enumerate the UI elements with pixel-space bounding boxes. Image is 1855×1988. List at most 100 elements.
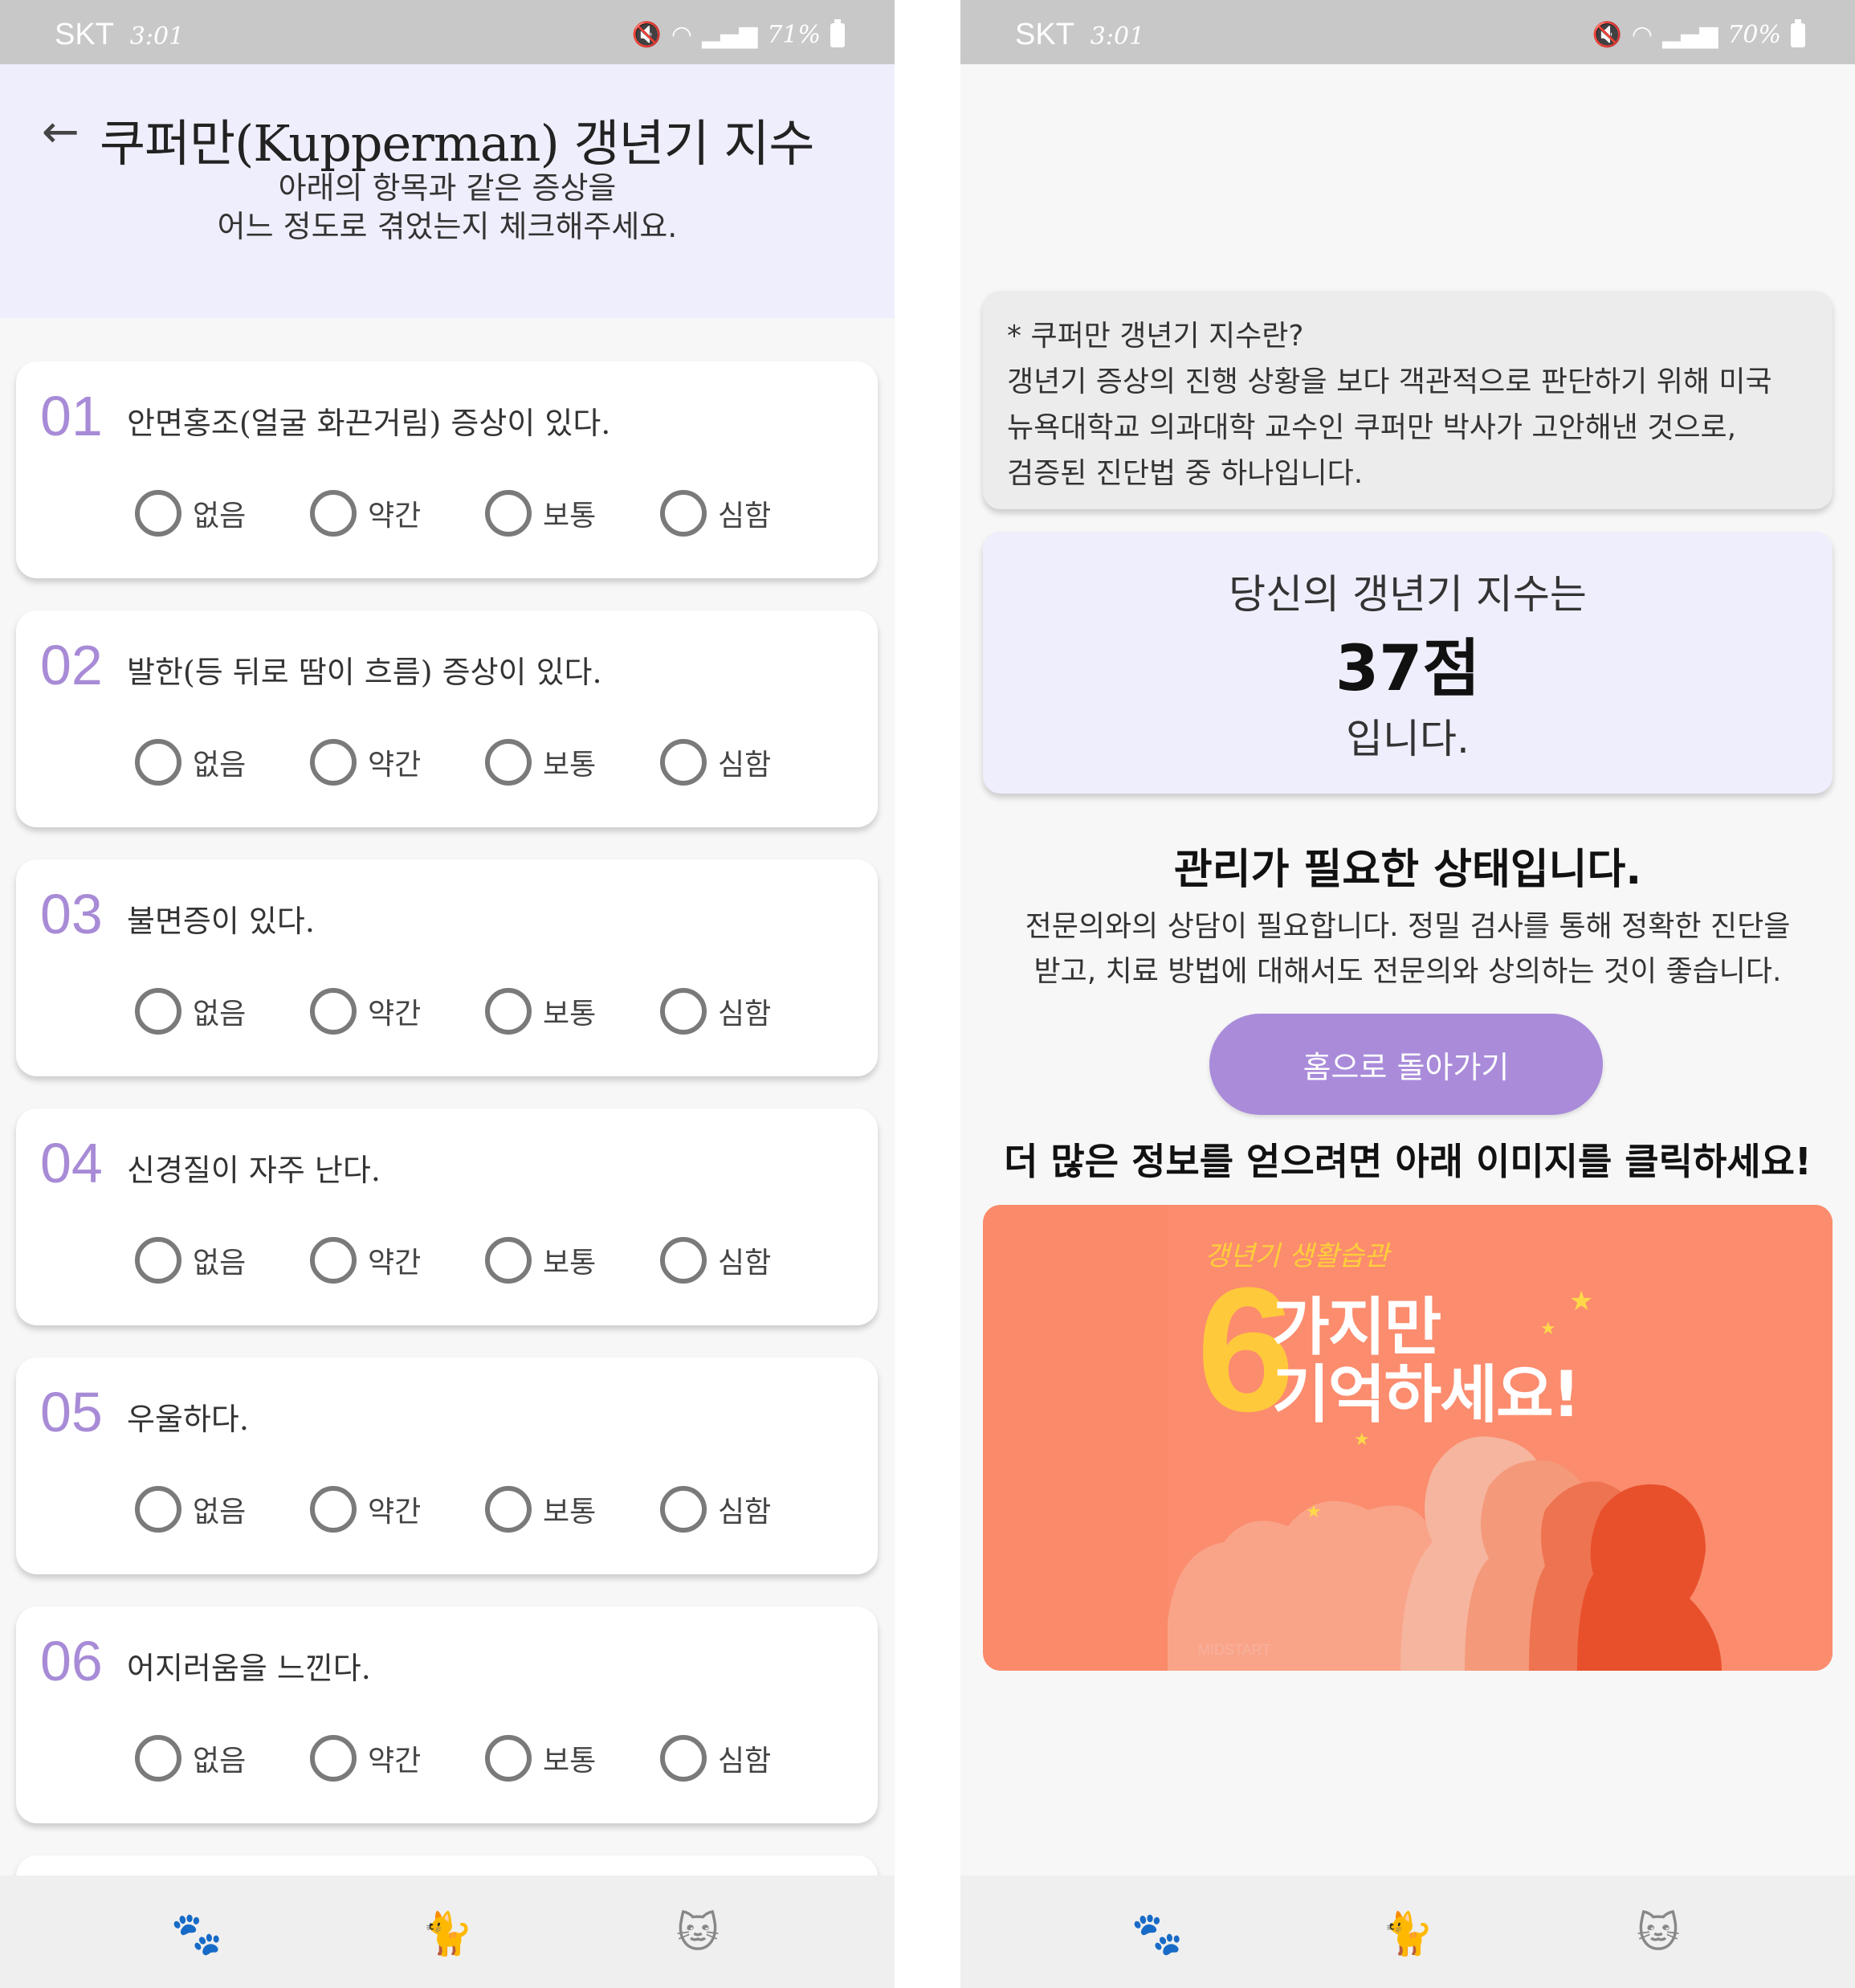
option-severe[interactable]: 심함 <box>660 988 835 1035</box>
answer-options: 없음 약간 보통 심함 <box>135 739 835 786</box>
option-moderate[interactable]: 보통 <box>485 490 660 537</box>
radio-button[interactable] <box>135 1735 181 1782</box>
paw-icon[interactable]: 🐾 <box>170 1909 223 1958</box>
option-severe[interactable]: 심함 <box>660 1237 835 1284</box>
option-none[interactable]: 없음 <box>135 1237 310 1284</box>
question-number: 01 <box>40 385 103 447</box>
question-text: 신경질이 자주 난다. <box>127 1153 381 1188</box>
option-moderate[interactable]: 보통 <box>485 739 660 786</box>
clock: 3:01 <box>1090 22 1145 51</box>
radio-button[interactable] <box>485 988 532 1035</box>
page-title: 쿠퍼만(Kupperman) 갱년기 지수 <box>100 114 814 173</box>
sleeping-cat-icon[interactable]: 🐈 <box>1381 1909 1434 1958</box>
score-card: 당신의 갱년기 지수는 37점 입니다. <box>983 532 1833 794</box>
radio-button[interactable] <box>485 739 532 786</box>
star-icon: ★ <box>1306 1502 1322 1522</box>
radio-button[interactable] <box>660 490 707 537</box>
option-moderate[interactable]: 보통 <box>485 1486 660 1533</box>
score-suffix: 입니다. <box>1346 716 1470 762</box>
option-none[interactable]: 없음 <box>135 739 310 786</box>
radio-button[interactable] <box>135 1237 181 1284</box>
option-severe[interactable]: 심함 <box>660 739 835 786</box>
radio-button[interactable] <box>310 1486 357 1533</box>
question-card: 05 우울하다. 없음 약간 보통 심함 <box>16 1357 878 1574</box>
battery-icon <box>1791 18 1805 47</box>
radio-button[interactable] <box>310 988 357 1035</box>
question-card: 02 발한(등 뒤로 땀이 흐름) 증상이 있다. 없음 약간 보통 심함 <box>16 610 878 827</box>
page-header: ← 쿠퍼만(Kupperman) 갱년기 지수 아래의 항목과 같은 증상을 어… <box>0 64 895 318</box>
signal-icon: ▂▄▆ <box>702 21 758 49</box>
option-severe[interactable]: 심함 <box>660 1486 835 1533</box>
radio-button[interactable] <box>660 988 707 1035</box>
option-slight[interactable]: 약간 <box>310 1735 485 1782</box>
option-moderate[interactable]: 보통 <box>485 1735 660 1782</box>
question-card <box>16 1855 878 1876</box>
star-icon: ★ <box>1354 1430 1370 1450</box>
clock: 3:01 <box>129 22 185 51</box>
option-slight[interactable]: 약간 <box>310 988 485 1035</box>
signal-icon: ▂▄▆ <box>1662 21 1718 49</box>
lifestyle-banner-image[interactable]: 갱년기 생활습관 6 가지만 기억하세요! MIDSTART ★ ★ ★ ★ <box>983 1205 1833 1671</box>
advice-text: 전문의와의 상담이 필요합니다. 정밀 검사를 통해 정확한 진단을 받고, 치… <box>1025 910 1791 988</box>
option-none[interactable]: 없음 <box>135 1486 310 1533</box>
paw-icon[interactable]: 🐾 <box>1131 1909 1184 1958</box>
banner-brand: MIDSTART <box>1198 1642 1271 1658</box>
question-number: 05 <box>40 1381 103 1443</box>
radio-button[interactable] <box>310 490 357 537</box>
radio-button[interactable] <box>135 739 181 786</box>
radio-button[interactable] <box>310 739 357 786</box>
radio-button[interactable] <box>660 1237 707 1284</box>
back-arrow-icon[interactable]: ← <box>42 106 80 158</box>
option-slight[interactable]: 약간 <box>310 1237 485 1284</box>
radio-button[interactable] <box>660 1486 707 1533</box>
question-number: 04 <box>40 1132 103 1194</box>
status-heading: 관리가 필요한 상태입니다. <box>1173 846 1642 894</box>
option-severe[interactable]: 심함 <box>660 490 835 537</box>
radio-button[interactable] <box>660 739 707 786</box>
sleeping-cat-icon[interactable]: 🐈 <box>421 1909 474 1958</box>
question-list[interactable]: 01 안면홍조(얼굴 화끈거림) 증상이 있다. 없음 약간 보통 심함 02 … <box>0 318 895 1876</box>
answer-options: 없음 약간 보통 심함 <box>135 1735 835 1782</box>
option-slight[interactable]: 약간 <box>310 739 485 786</box>
answer-options: 없음 약간 보통 심함 <box>135 1486 835 1533</box>
bottom-nav: 🐾 🐈 🐱 <box>0 1876 895 1988</box>
option-moderate[interactable]: 보통 <box>485 1237 660 1284</box>
mute-icon: 🔇 <box>631 21 662 49</box>
battery-percent: 71% <box>767 21 821 49</box>
option-moderate[interactable]: 보통 <box>485 988 660 1035</box>
radio-button[interactable] <box>135 988 181 1035</box>
option-none[interactable]: 없음 <box>135 1735 310 1782</box>
radio-button[interactable] <box>135 490 181 537</box>
bottom-nav: 🐾 🐈 🐱 <box>960 1876 1855 1988</box>
option-slight[interactable]: 약간 <box>310 490 485 537</box>
home-button[interactable]: 홈으로 돌아가기 <box>1209 1014 1603 1115</box>
option-slight[interactable]: 약간 <box>310 1486 485 1533</box>
question-number: 06 <box>40 1630 103 1692</box>
radio-button[interactable] <box>485 1735 532 1782</box>
option-severe[interactable]: 심함 <box>660 1735 835 1782</box>
page-subtitle: 아래의 항목과 같은 증상을 어느 정도로 겪었는지 체크해주세요. <box>217 170 678 244</box>
answer-options: 없음 약간 보통 심함 <box>135 490 835 537</box>
question-text: 우울하다. <box>127 1402 249 1437</box>
carrier-label: SKT <box>55 18 114 51</box>
radio-button[interactable] <box>485 1486 532 1533</box>
question-number: 03 <box>40 883 103 945</box>
radio-button[interactable] <box>135 1486 181 1533</box>
radio-button[interactable] <box>310 1735 357 1782</box>
score-value: 37점 <box>1335 633 1481 705</box>
survey-screen: SKT 3:01 🔇 ◠ ▂▄▆ 71% ← 쿠퍼만(Kupperman) 갱년… <box>0 0 895 1988</box>
banner-line2: 기억하세요! <box>1272 1359 1580 1431</box>
cat-icon[interactable]: 🐱 <box>671 1909 724 1957</box>
battery-icon <box>830 18 845 47</box>
answer-options: 없음 약간 보통 심함 <box>135 988 835 1035</box>
radio-button[interactable] <box>485 490 532 537</box>
cat-icon[interactable]: 🐱 <box>1632 1909 1685 1957</box>
battery-percent: 70% <box>1727 21 1781 49</box>
radio-button[interactable] <box>660 1735 707 1782</box>
question-text: 발한(등 뒤로 땀이 흐름) 증상이 있다. <box>127 655 602 690</box>
question-card: 01 안면홍조(얼굴 화끈거림) 증상이 있다. 없음 약간 보통 심함 <box>16 361 878 578</box>
option-none[interactable]: 없음 <box>135 988 310 1035</box>
radio-button[interactable] <box>485 1237 532 1284</box>
option-none[interactable]: 없음 <box>135 490 310 537</box>
radio-button[interactable] <box>310 1237 357 1284</box>
